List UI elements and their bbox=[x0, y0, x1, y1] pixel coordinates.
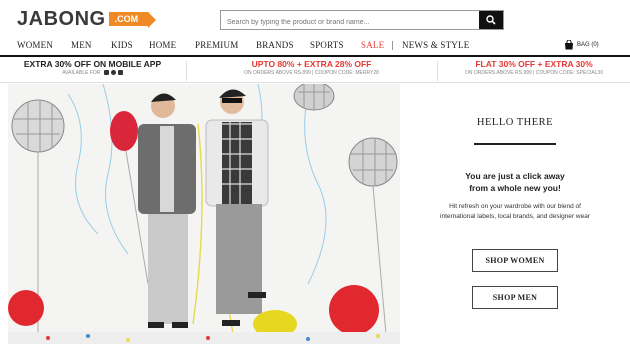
promo-title: UPTO 80% + EXTRA 28% OFF bbox=[251, 59, 372, 69]
tagline-line-2: from a whole new you! bbox=[469, 183, 561, 193]
panel-description: Hit refresh on your wardrobe with our bl… bbox=[410, 202, 620, 222]
nav-women[interactable]: WOMEN bbox=[17, 40, 53, 50]
welcome-panel: HELLO THERE You are just a click away fr… bbox=[410, 84, 620, 344]
windows-icon bbox=[117, 70, 123, 76]
android-icon bbox=[103, 70, 109, 76]
promo-subtitle-text: AVAILABLE FOR bbox=[62, 70, 101, 76]
apple-icon bbox=[110, 70, 116, 76]
bag-label: BAG (0) bbox=[577, 42, 599, 48]
nav-premium[interactable]: PREMIUM bbox=[195, 40, 238, 50]
promo-subtitle: AVAILABLE FOR bbox=[0, 70, 185, 76]
nav-divider bbox=[392, 41, 393, 50]
tagline-line-1: You are just a click away bbox=[465, 171, 565, 181]
nav-men[interactable]: MEN bbox=[71, 40, 92, 50]
promo-subtitle: ON ORDERS ABOVE RS.899 | COUPON CODE: ME… bbox=[244, 70, 379, 76]
nav-kids[interactable]: KIDS bbox=[111, 40, 133, 50]
promo-mobile-app[interactable]: EXTRA 30% OFF ON MOBILE APP AVAILABLE FO… bbox=[0, 59, 185, 81]
panel-heading: HELLO THERE bbox=[476, 117, 554, 128]
shop-women-button[interactable]: SHOP WOMEN bbox=[472, 249, 558, 272]
os-icons bbox=[103, 70, 123, 76]
promo-title: FLAT 30% OFF + EXTRA 30% bbox=[475, 59, 593, 69]
nav-sale[interactable]: SALE bbox=[361, 40, 384, 50]
hero-banner-image[interactable] bbox=[8, 84, 400, 344]
search-box bbox=[220, 10, 504, 32]
logo-badge: .COM bbox=[108, 12, 156, 28]
description-line-2: international labels, local brands, and … bbox=[440, 213, 590, 220]
promo-special30[interactable]: FLAT 30% OFF + EXTRA 30% ON ORDERS ABOVE… bbox=[438, 59, 630, 81]
search-button[interactable] bbox=[479, 11, 503, 29]
main-nav: WOMEN MEN KIDS HOME PREMIUM BRANDS SPORT… bbox=[0, 38, 630, 54]
site-header: JABONG .COM bbox=[0, 0, 630, 36]
heading-underline bbox=[474, 143, 556, 145]
hero-illustration bbox=[8, 84, 400, 344]
search-input[interactable] bbox=[221, 13, 479, 32]
logo-text: JABONG bbox=[17, 7, 106, 30]
promo-merry28[interactable]: UPTO 80% + EXTRA 28% OFF ON ORDERS ABOVE… bbox=[187, 59, 436, 81]
bag-link[interactable]: BAG (0) bbox=[564, 40, 599, 50]
nav-brands[interactable]: BRANDS bbox=[256, 40, 294, 50]
nav-sports[interactable]: SPORTS bbox=[310, 40, 344, 50]
shopping-bag-icon bbox=[565, 40, 573, 50]
nav-news-style[interactable]: NEWS & STYLE bbox=[402, 40, 469, 50]
panel-tagline: You are just a click away from a whole n… bbox=[410, 170, 620, 194]
description-line-1: Hit refresh on your wardrobe with our bl… bbox=[449, 203, 581, 210]
nav-home[interactable]: HOME bbox=[149, 40, 176, 50]
search-icon bbox=[486, 15, 496, 25]
promo-title: EXTRA 30% OFF ON MOBILE APP bbox=[23, 59, 162, 69]
shop-men-button[interactable]: SHOP MEN bbox=[472, 286, 558, 309]
jabong-logo[interactable]: JABONG .COM bbox=[17, 7, 156, 30]
promo-subtitle: ON ORDERS ABOVE RS.999 | COUPON CODE: SP… bbox=[464, 70, 603, 76]
promo-bar: EXTRA 30% OFF ON MOBILE APP AVAILABLE FO… bbox=[0, 55, 630, 83]
